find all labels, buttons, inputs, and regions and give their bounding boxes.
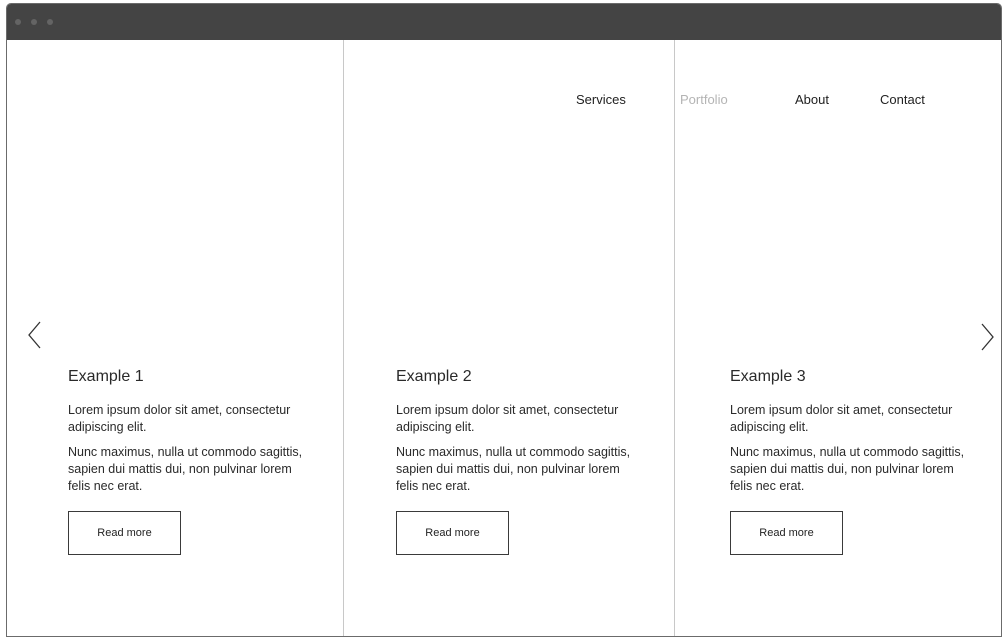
card-example-1: Example 1 Lorem ipsum dolor sit amet, co… <box>68 367 308 555</box>
column-divider <box>343 40 344 636</box>
nav-item-contact[interactable]: Contact <box>880 92 925 107</box>
card-text: Nunc maximus, nulla ut commodo sagittis,… <box>730 445 965 493</box>
card-text: Nunc maximus, nulla ut commodo sagittis,… <box>68 445 303 493</box>
nav-item-services[interactable]: Services <box>576 92 626 107</box>
card-text: Lorem ipsum dolor sit amet, consectetur … <box>730 403 953 434</box>
read-more-button[interactable]: Read more <box>730 511 843 555</box>
read-more-button[interactable]: Read more <box>68 511 181 555</box>
carousel-next-button[interactable] <box>977 322 999 352</box>
card-title: Example 2 <box>396 368 472 385</box>
card-example-2: Example 2 Lorem ipsum dolor sit amet, co… <box>396 367 636 555</box>
card-text: Lorem ipsum dolor sit amet, consectetur … <box>396 403 619 434</box>
window-titlebar <box>7 4 1001 40</box>
card-title: Example 3 <box>730 368 806 385</box>
carousel-prev-button[interactable] <box>25 320 47 350</box>
main-nav: Services Portfolio About Contact <box>7 92 1001 112</box>
card-text: Lorem ipsum dolor sit amet, consectetur … <box>68 403 291 434</box>
column-divider <box>674 40 675 636</box>
nav-item-about[interactable]: About <box>795 92 829 107</box>
chevron-right-icon <box>981 323 994 351</box>
chevron-left-icon <box>28 321 41 349</box>
browser-window: Services Portfolio About Contact Example… <box>6 3 1002 637</box>
card-example-3: Example 3 Lorem ipsum dolor sit amet, co… <box>730 367 970 555</box>
window-minimize-dot[interactable] <box>31 19 37 25</box>
card-text: Nunc maximus, nulla ut commodo sagittis,… <box>396 445 631 493</box>
window-maximize-dot[interactable] <box>47 19 53 25</box>
window-close-dot[interactable] <box>15 19 21 25</box>
card-title: Example 1 <box>68 368 144 385</box>
read-more-button[interactable]: Read more <box>396 511 509 555</box>
page-content: Services Portfolio About Contact Example… <box>7 40 1001 636</box>
nav-item-portfolio[interactable]: Portfolio <box>680 92 728 107</box>
